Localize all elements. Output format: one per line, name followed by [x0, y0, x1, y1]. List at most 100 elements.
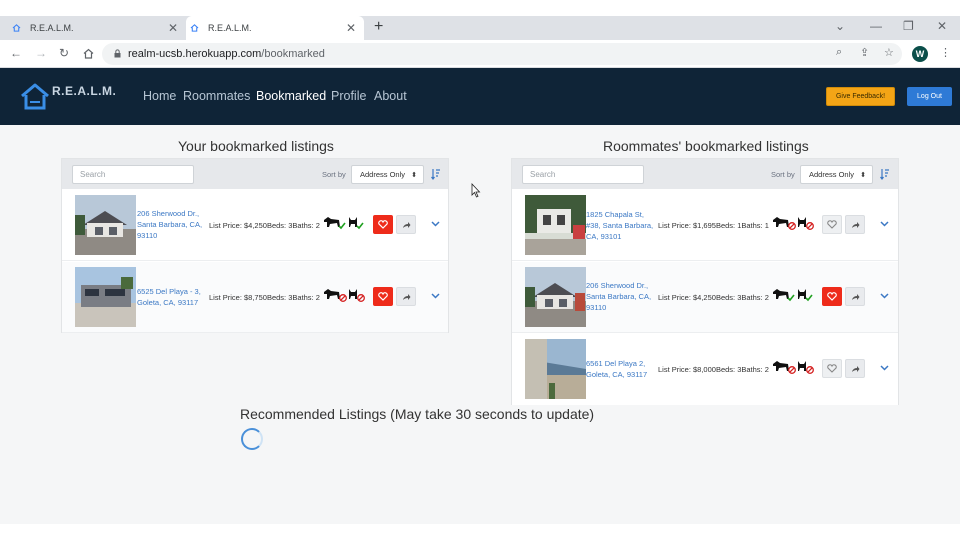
browser-tab-bar: R.E.A.L.M. ✕ R.E.A.L.M. ✕ + ⌄ — ❐ ✕ [0, 16, 960, 40]
heart-icon [827, 292, 837, 301]
nav-link-bookmarked[interactable]: Bookmarked [256, 89, 326, 103]
nav-link-roommates[interactable]: Roommates [183, 89, 250, 103]
expand-chevron-icon[interactable] [880, 365, 889, 371]
sort-by-label: Sort by [771, 170, 795, 179]
bookmark-heart-button[interactable] [822, 215, 842, 234]
forward-icon[interactable]: → [35, 46, 47, 60]
sort-select-value: Address Only [809, 170, 855, 179]
sort-select[interactable]: Address Only ⬍ [351, 165, 424, 184]
share-button[interactable] [396, 215, 416, 234]
panel-toolbar: Search Sort by Address Only ⬍ [512, 159, 898, 189]
expand-chevron-icon[interactable] [431, 293, 440, 299]
house-photo[interactable] [75, 267, 136, 327]
close-tab-icon[interactable]: ✕ [168, 21, 178, 35]
roommates-bookmarks-panel: Search Sort by Address Only ⬍ 1825 Chapal… [511, 158, 899, 405]
home-icon[interactable] [83, 48, 94, 59]
nav-link-profile[interactable]: Profile [331, 89, 366, 103]
your-bookmarks-title: Your bookmarked listings [178, 138, 334, 154]
url-host: realm-ucsb.herokuapp.com [128, 48, 262, 60]
share-arrow-icon [851, 365, 859, 372]
pets-allowed-icons [773, 289, 813, 302]
share-page-icon[interactable]: ⇪ [860, 46, 869, 59]
roommates-bookmarks-title: Roommates' bookmarked listings [603, 138, 809, 154]
listing-address-link[interactable]: 206 Sherwood Dr., Santa Barbara, CA, 931… [137, 208, 207, 241]
log-out-button[interactable]: Log Out [907, 87, 952, 106]
pets-allowed-icons [324, 217, 364, 230]
listing-row: 206 Sherwood Dr., Santa Barbara, CA, 931… [512, 262, 898, 333]
house-photo[interactable] [75, 195, 136, 255]
listing-row: 6561 Del Playa 2, Goleta, CA, 93117 List… [512, 334, 898, 405]
listing-address-link[interactable]: 6561 Del Playa 2, Goleta, CA, 93117 [586, 358, 656, 380]
house-photo[interactable] [525, 339, 586, 399]
zoom-icon[interactable]: ⌕ [836, 46, 842, 59]
address-bar-row: ← → ↻ realm-ucsb.herokuapp.com/bookmarke… [0, 40, 960, 68]
nav-link-home[interactable]: Home [143, 89, 176, 103]
select-caret-icon: ⬍ [860, 171, 866, 179]
listing-row: 6525 Del Playa - 3, Goleta, CA, 93117 Li… [62, 262, 448, 333]
mouse-cursor-icon [471, 183, 481, 198]
lock-icon [114, 49, 121, 58]
profile-avatar[interactable]: W [912, 46, 928, 62]
listing-details: List Price: $4,250Beds: 3Baths: 2 [658, 293, 769, 302]
house-photo[interactable] [525, 267, 586, 327]
share-arrow-icon [851, 221, 859, 228]
pets-not-allowed-icons [324, 289, 365, 302]
brand-name[interactable]: R.E.A.L.M. [52, 84, 116, 98]
your-bookmarks-panel: Search Sort by Address Only ⬍ 206 Sherwoo… [61, 158, 449, 333]
bookmark-heart-button[interactable] [822, 287, 842, 306]
sort-by-label: Sort by [322, 170, 346, 179]
expand-chevron-icon[interactable] [880, 293, 889, 299]
expand-chevron-icon[interactable] [880, 221, 889, 227]
bookmark-heart-button[interactable] [822, 359, 842, 378]
bookmark-star-icon[interactable]: ☆ [884, 46, 894, 59]
sort-direction-icon[interactable] [880, 168, 890, 180]
new-tab-icon[interactable]: + [374, 18, 383, 36]
browser-tab-active[interactable]: R.E.A.L.M. ✕ [186, 16, 364, 40]
house-favicon-icon [190, 24, 199, 32]
tab-title: R.E.A.L.M. [208, 23, 252, 33]
house-photo[interactable] [525, 195, 586, 255]
share-arrow-icon [402, 221, 410, 228]
share-button[interactable] [845, 359, 865, 378]
search-input[interactable]: Search [522, 165, 644, 184]
close-tab-icon[interactable]: ✕ [346, 21, 356, 35]
heart-icon [378, 220, 388, 229]
minimize-icon[interactable]: — [870, 19, 882, 33]
heart-icon [378, 292, 388, 301]
search-input[interactable]: Search [72, 165, 194, 184]
browser-tab[interactable]: R.E.A.L.M. ✕ [8, 16, 186, 40]
share-arrow-icon [851, 293, 859, 300]
listing-details: List Price: $1,695Beds: 1Baths: 1 [658, 221, 769, 230]
close-window-icon[interactable]: ✕ [937, 19, 947, 33]
heart-icon [827, 364, 837, 373]
listing-address-link[interactable]: 1825 Chapala St, #38, Santa Barbara, CA,… [586, 209, 656, 242]
tab-search-icon[interactable]: ⌄ [835, 19, 845, 33]
listing-address-link[interactable]: 6525 Del Playa - 3, Goleta, CA, 93117 [137, 286, 207, 308]
browser-menu-icon[interactable]: ⋮ [940, 46, 951, 59]
sort-select[interactable]: Address Only ⬍ [800, 165, 873, 184]
page-bottom [0, 524, 960, 540]
reload-icon[interactable]: ↻ [59, 46, 69, 60]
listing-details: List Price: $4,250Beds: 3Baths: 2 [209, 221, 320, 230]
select-caret-icon: ⬍ [411, 171, 417, 179]
realm-house-logo-icon[interactable] [20, 82, 50, 110]
listing-row: 206 Sherwood Dr., Santa Barbara, CA, 931… [62, 190, 448, 261]
share-button[interactable] [396, 287, 416, 306]
listing-details: List Price: $8,000Beds: 3Baths: 2 [658, 365, 769, 374]
url-field[interactable]: realm-ucsb.herokuapp.com/bookmarked [102, 43, 902, 65]
pets-not-allowed-icons [773, 361, 814, 374]
restore-icon[interactable]: ❐ [903, 19, 914, 33]
listing-address-link[interactable]: 206 Sherwood Dr., Santa Barbara, CA, 931… [586, 280, 656, 313]
sort-select-value: Address Only [360, 170, 406, 179]
listing-row: 1825 Chapala St, #38, Santa Barbara, CA,… [512, 190, 898, 261]
panel-toolbar: Search Sort by Address Only ⬍ [62, 159, 448, 189]
back-icon[interactable]: ← [10, 46, 22, 60]
share-button[interactable] [845, 215, 865, 234]
share-button[interactable] [845, 287, 865, 306]
give-feedback-button[interactable]: Give Feedback! [826, 87, 895, 106]
bookmark-heart-button[interactable] [373, 215, 393, 234]
sort-direction-icon[interactable] [431, 168, 441, 180]
bookmark-heart-button[interactable] [373, 287, 393, 306]
nav-link-about[interactable]: About [374, 89, 407, 103]
expand-chevron-icon[interactable] [431, 221, 440, 227]
